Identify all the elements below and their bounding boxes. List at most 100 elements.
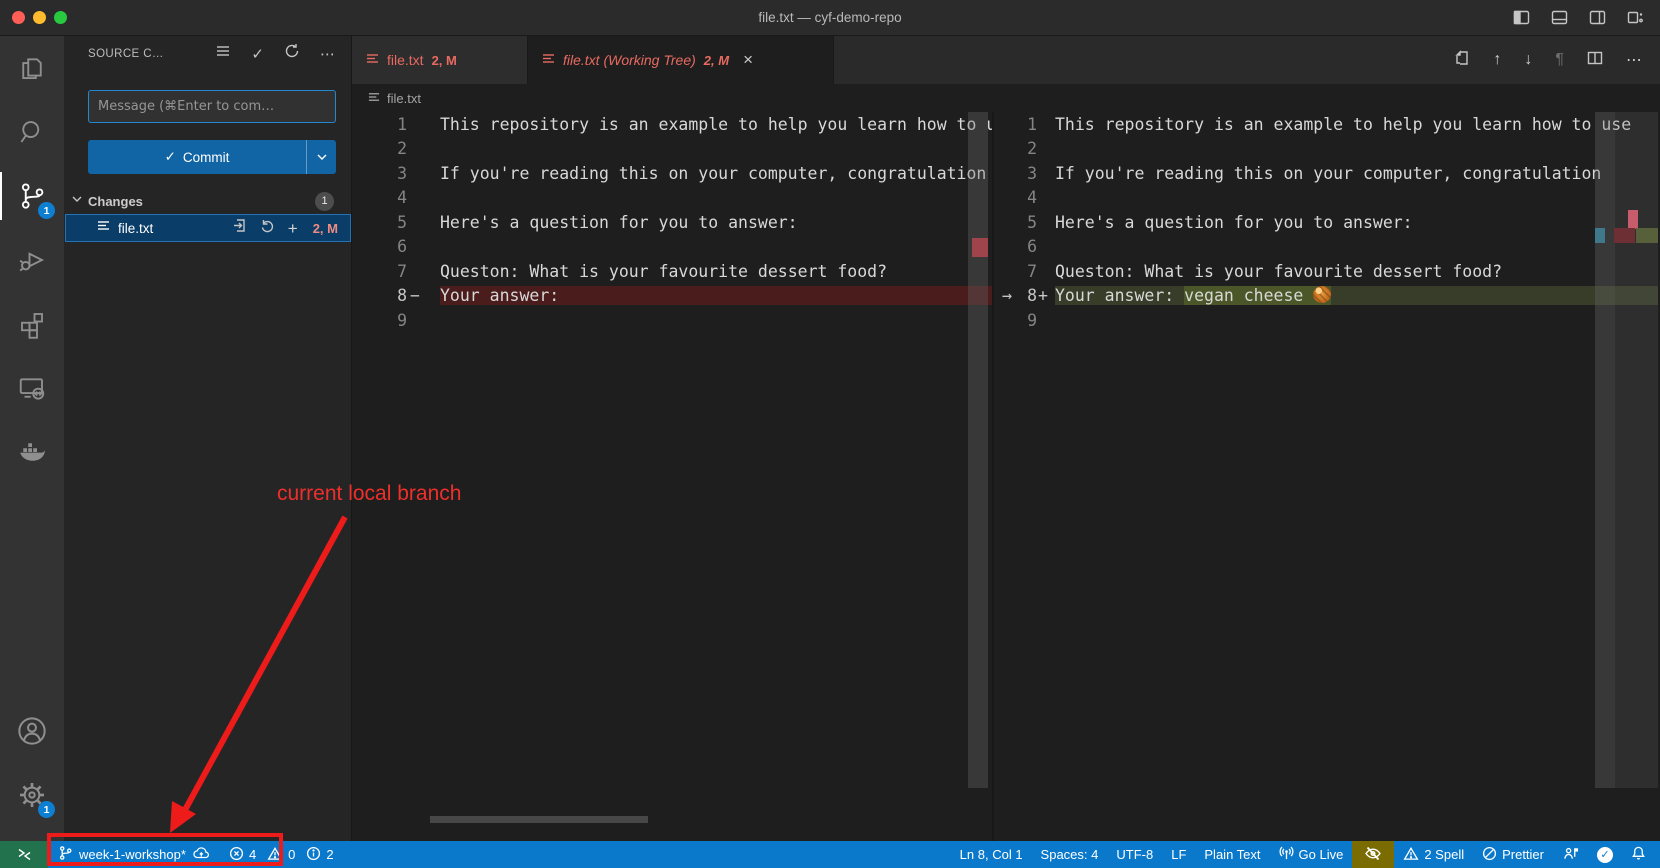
go-live-item[interactable]: Go Live [1270,841,1353,868]
code-line[interactable]: 1This repository is an example to help y… [994,112,1658,137]
changes-count-badge: 1 [315,192,334,211]
code-line[interactable]: 7Queston: What is your favourite dessert… [352,259,992,284]
changed-file-name: file.txt [118,221,153,236]
encoding-item[interactable]: UTF-8 [1107,841,1162,868]
discard-changes-icon[interactable] [260,218,275,238]
code-line[interactable]: 1This repository is an example to help y… [352,112,992,137]
traffic-lights [12,11,67,24]
text-file-icon [366,52,379,68]
code-line[interactable]: 5Here's a question for you to answer: [352,210,992,235]
toggle-secondary-sidebar-icon[interactable] [1589,9,1606,26]
toggle-panel-icon[interactable] [1551,9,1568,26]
changes-section-header[interactable]: Changes 1 [64,188,352,214]
more-actions-icon[interactable]: ⋯ [1626,50,1642,70]
previous-change-icon[interactable]: ↑ [1493,51,1501,69]
activity-search[interactable] [0,100,64,164]
scm-badge: 1 [38,202,55,219]
prettier-item[interactable]: Prettier [1473,841,1553,868]
notifications-item[interactable] [1622,841,1660,868]
split-editor-icon[interactable] [1587,50,1603,71]
watch-off-item[interactable] [1352,841,1394,868]
info-icon [306,846,321,864]
text-file-icon [97,219,110,237]
close-tab-icon[interactable]: × [743,50,753,70]
eye-slash-icon [1364,845,1382,865]
info-count: 2 [326,847,333,862]
activity-settings[interactable]: 1 [0,763,64,827]
commit-message-input[interactable] [88,90,336,123]
docker-icon [17,437,47,467]
code-line[interactable]: 6 [352,235,992,260]
open-file-icon[interactable] [232,218,247,238]
tab-label: file.txt (Working Tree) [563,52,696,68]
extensions-icon [17,309,47,339]
code-line[interactable]: 9 [352,308,992,333]
annotation-label: current local branch [277,482,461,506]
spell-checker-item[interactable]: 2 Spell [1394,841,1473,868]
activity-source-control[interactable]: 1 [0,164,64,228]
warning-icon [1403,846,1419,864]
activity-explorer[interactable] [0,36,64,100]
broadcast-icon [1279,845,1294,864]
activity-accounts[interactable] [0,699,64,763]
indentation-item[interactable]: Spaces: 4 [1032,841,1108,868]
commit-check-icon[interactable]: ✓ [251,45,264,63]
minimize-window-button[interactable] [33,11,46,24]
code-line[interactable]: 2 [352,137,992,162]
open-changes-icon[interactable] [1454,50,1470,71]
cursor-position-item[interactable]: Ln 8, Col 1 [951,841,1032,868]
code-line[interactable]: 3If you're reading this on your computer… [994,161,1658,186]
close-window-button[interactable] [12,11,25,24]
vertical-scrollbar[interactable] [968,112,988,788]
inserted-code-line[interactable]: →8+Your answer: vegan cheese [994,284,1658,309]
commit-dropdown-button[interactable] [306,140,336,174]
deleted-code-line[interactable]: 8−Your answer: [352,284,992,309]
feedback-item[interactable] [1553,841,1588,868]
commit-button[interactable]: ✓ Commit [88,140,336,174]
remote-indicator[interactable] [0,841,48,868]
sidebar-title: SOURCE C… [88,48,164,60]
vertical-scrollbar[interactable] [1595,112,1615,788]
activity-remote-explorer[interactable] [0,356,64,420]
code-line[interactable]: 9 [994,308,1658,333]
view-as-list-icon[interactable] [215,43,231,64]
stage-changes-icon[interactable]: + [288,220,298,237]
code-line[interactable]: 6 [994,235,1658,260]
eol-item[interactable]: LF [1162,841,1195,868]
changed-file-row[interactable]: file.txt + 2, M [65,214,351,242]
tab-file-txt-working-tree[interactable]: file.txt (Working Tree) 2, M × [528,36,834,84]
file-status-badge: 2, M [313,221,338,236]
sync-status-item[interactable]: ✓ [1588,841,1622,868]
zoom-window-button[interactable] [54,11,67,24]
window-title: file.txt — cyf-demo-repo [0,10,1660,25]
code-line[interactable]: 4 [352,186,992,211]
horizontal-scrollbar[interactable] [430,816,648,823]
breadcrumb-file: file.txt [387,91,421,106]
remote-explorer-icon [17,373,47,403]
tab-status-badge: 2, M [704,53,729,68]
refresh-icon[interactable] [284,43,300,64]
slash-circle-icon [1482,846,1497,864]
toggle-sidebar-icon[interactable] [1513,9,1530,26]
search-icon [17,117,47,147]
code-line[interactable]: 4 [994,186,1658,211]
annotation-rectangle [47,833,283,866]
more-actions-icon[interactable]: ⋯ [320,45,335,63]
code-line[interactable]: 7Queston: What is your favourite dessert… [994,259,1658,284]
account-icon [16,715,48,747]
code-line[interactable]: 5Here's a question for you to answer: [994,210,1658,235]
activity-docker[interactable] [0,420,64,484]
tab-file-txt[interactable]: file.txt 2, M [352,36,528,84]
customize-layout-icon[interactable] [1627,9,1644,26]
code-line[interactable]: 3If you're reading this on your computer… [352,161,992,186]
render-whitespace-icon[interactable]: ¶ [1555,51,1564,69]
activity-extensions[interactable] [0,292,64,356]
code-line[interactable]: 2 [994,137,1658,162]
warning-count: 0 [288,847,295,862]
activity-run-debug[interactable] [0,228,64,292]
breadcrumb[interactable]: file.txt [352,84,1660,112]
next-change-icon[interactable]: ↓ [1524,51,1532,69]
language-mode-item[interactable]: Plain Text [1195,841,1269,868]
revert-change-arrow-icon[interactable]: → [994,286,1020,306]
diff-original-pane: 1This repository is an example to help y… [352,112,994,841]
